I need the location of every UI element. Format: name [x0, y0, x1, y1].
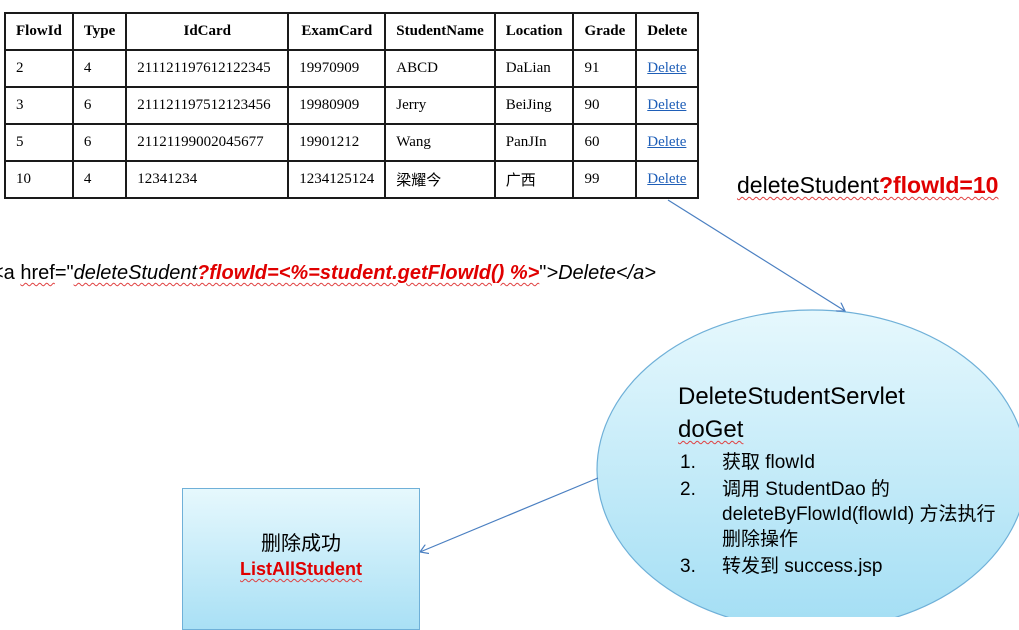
cell-examcard: 19901212	[287, 123, 387, 162]
cell-studentname: Jerry	[384, 86, 496, 125]
header-grade: Grade	[572, 12, 638, 51]
header-delete: Delete	[635, 12, 700, 51]
step-number: 3.	[680, 556, 696, 577]
cell-type: 4	[71, 160, 128, 199]
table-row: 3 6 211121197512123456 19980909 Jerry Be…	[4, 86, 700, 125]
arrow-servlet-to-success	[420, 477, 599, 552]
cell-type: 4	[71, 49, 128, 88]
step-text: 调用 StudentDao 的 deleteByFlowId(flowId) 方…	[722, 479, 996, 550]
cell-flowid: 2	[4, 49, 74, 88]
header-type: Type	[71, 12, 128, 51]
cell-location: BeiJing	[493, 86, 575, 125]
student-table-container: FlowId Type IdCard ExamCard StudentName …	[4, 12, 700, 199]
list-item: 1. 获取 flowId	[678, 450, 1008, 475]
list-item: 3. 转发到 success.jsp	[678, 554, 1008, 579]
cell-flowid: 10	[4, 160, 74, 199]
cell-idcard: 12341234	[125, 160, 290, 199]
servlet-steps: 1. 获取 flowId 2. 调用 StudentDao 的 deleteByFl…	[678, 450, 1008, 579]
url-query: ?flowId=10	[878, 172, 999, 198]
cell-grade: 99	[572, 160, 638, 199]
delete-link[interactable]: Delete	[647, 134, 686, 150]
arrow-delete-to-servlet	[667, 199, 845, 311]
cell-idcard: 21121199002045677	[125, 123, 290, 162]
success-text: 删除成功	[261, 533, 341, 555]
cell-location: DaLian	[493, 49, 575, 88]
cell-grade: 90	[572, 86, 638, 125]
code-url-path: deleteStudent	[73, 262, 198, 284]
cell-flowid: 3	[4, 86, 74, 125]
cell-delete: Delete	[635, 123, 700, 162]
student-table: FlowId Type IdCard ExamCard StudentName …	[4, 12, 700, 199]
cell-studentname: ABCD	[384, 49, 496, 88]
cell-delete: Delete	[635, 160, 700, 199]
delete-link[interactable]: Delete	[647, 97, 686, 113]
cell-studentname: 梁耀今	[384, 160, 496, 199]
list-item: 2. 调用 StudentDao 的 deleteByFlowId(flowId)…	[678, 477, 1008, 552]
servlet-description: DeleteStudentServlet doGet 1. 获取 flowId 2…	[678, 380, 1008, 581]
cell-flowid: 5	[4, 123, 74, 162]
cell-type: 6	[71, 123, 128, 162]
header-idcard: IdCard	[125, 12, 290, 51]
servlet-method: doGet	[678, 413, 1008, 446]
cell-delete: Delete	[635, 86, 700, 125]
table-header-row: FlowId Type IdCard ExamCard StudentName …	[4, 12, 700, 51]
header-studentname: StudentName	[384, 12, 496, 51]
header-location: Location	[493, 12, 575, 51]
list-all-student-text: ListAllStudent	[240, 559, 362, 579]
cell-grade: 91	[572, 49, 638, 88]
cell-examcard: 19970909	[287, 49, 387, 88]
step-number: 2.	[680, 479, 696, 500]
cell-grade: 60	[572, 123, 638, 162]
cell-delete: Delete	[635, 49, 700, 88]
cell-location: PanJIn	[493, 123, 575, 162]
delete-url-label: deleteStudent?flowId=10	[737, 172, 998, 199]
cell-type: 6	[71, 86, 128, 125]
step-number: 1.	[680, 452, 696, 473]
table-row: 10 4 12341234 1234125124 梁耀今 广西 99 Delet…	[4, 160, 700, 199]
table-row: 2 4 211121197612122345 19970909 ABCD DaL…	[4, 49, 700, 88]
code-suffix: >Delete</a>	[546, 262, 656, 284]
code-url-query: ?flowId=<%=student.getFlowId() %>	[197, 262, 540, 284]
success-box: 删除成功 ListAllStudent	[182, 488, 420, 630]
code-snippet: <a href="deleteStudent?flowId=<%=student…	[0, 262, 656, 285]
code-eq-quote: ="	[54, 262, 74, 284]
servlet-method-text: doGet	[678, 416, 744, 443]
delete-link[interactable]: Delete	[647, 171, 686, 187]
delete-link[interactable]: Delete	[647, 60, 686, 76]
cell-examcard: 1234125124	[287, 160, 387, 199]
header-examcard: ExamCard	[287, 12, 387, 51]
code-prefix: <a	[0, 262, 15, 284]
url-path: deleteStudent	[737, 172, 879, 198]
code-href-attr: href	[20, 262, 55, 284]
cell-studentname: Wang	[384, 123, 496, 162]
list-all-student-link: ListAllStudent	[183, 559, 419, 580]
cell-idcard: 211121197512123456	[125, 86, 290, 125]
cell-examcard: 19980909	[287, 86, 387, 125]
cell-location: 广西	[493, 160, 575, 199]
table-row: 5 6 21121199002045677 19901212 Wang PanJ…	[4, 123, 700, 162]
step-text: 获取 flowId	[722, 452, 815, 473]
cell-idcard: 211121197612122345	[125, 49, 290, 88]
step-text: 转发到 success.jsp	[722, 556, 883, 577]
header-flowid: FlowId	[4, 12, 74, 51]
servlet-title: DeleteStudentServlet	[678, 383, 905, 410]
